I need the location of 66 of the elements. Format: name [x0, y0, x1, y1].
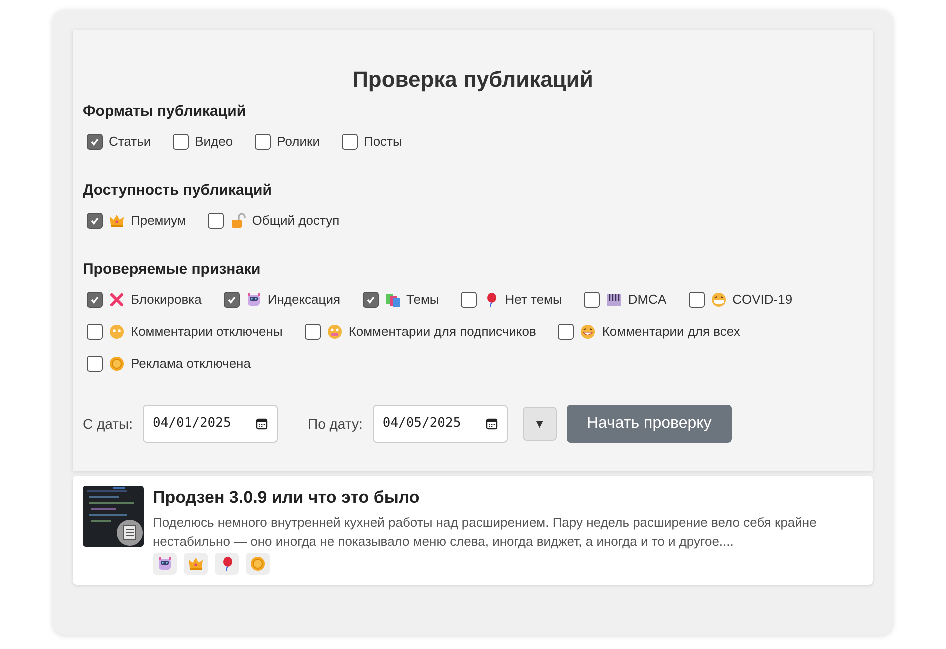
checkbox[interactable] [87, 292, 103, 308]
checkmark-icon [90, 137, 100, 147]
toggle-button[interactable]: ▼ [522, 407, 557, 441]
document-icon [117, 520, 143, 546]
coin-icon [250, 556, 266, 572]
grimacing-face-icon [326, 324, 343, 340]
calendar-icon[interactable] [256, 418, 268, 430]
option-label: Посты [364, 133, 402, 152]
crown-icon [109, 213, 125, 229]
page-title: Проверка публикаций [352, 66, 594, 94]
checkbox[interactable] [362, 292, 379, 308]
option-label: Комментарии отключены [131, 323, 283, 342]
checkmark-icon [90, 216, 100, 226]
padlock-icon [230, 213, 246, 229]
option-label: Общий доступ [252, 212, 340, 230]
checkbox[interactable] [304, 324, 321, 340]
result-title[interactable]: Продзен 3.0.9 или что это было [153, 486, 843, 510]
option-label: Ролики [277, 133, 320, 152]
masked-face-icon [710, 292, 727, 308]
face-icon [109, 324, 125, 340]
checkbox[interactable] [342, 134, 358, 150]
start-check-button[interactable]: Начать проверку [566, 405, 732, 443]
checkmark-icon [226, 295, 237, 305]
piano-keys-icon [606, 292, 622, 308]
robot-icon [246, 292, 262, 308]
checkbox[interactable] [688, 292, 705, 308]
date-label: По дату: [308, 414, 363, 434]
option-label: Индексация [268, 291, 341, 310]
crown-icon [188, 556, 204, 572]
checkmark-icon [366, 295, 376, 305]
robot-icon [157, 556, 173, 572]
checkbox[interactable] [87, 134, 103, 150]
section-heading: Проверяемые признаки [83, 260, 262, 280]
date-label: С даты: [83, 414, 134, 434]
section-heading: Форматы публикаций [83, 102, 248, 122]
checkbox[interactable] [461, 292, 478, 308]
checkbox[interactable] [208, 213, 224, 229]
checkbox[interactable] [558, 324, 574, 340]
option-label: DMCA [628, 291, 667, 310]
option-label: Премиум [131, 212, 186, 230]
checkbox[interactable] [87, 324, 103, 340]
coin-icon [109, 356, 125, 372]
checkbox[interactable] [224, 292, 240, 308]
section-heading: Доступность публикаций [83, 181, 273, 201]
option-label: Статьи [109, 133, 152, 152]
option-label: Темы [406, 291, 440, 310]
calendar-icon[interactable] [486, 418, 498, 430]
cross-icon [109, 292, 125, 308]
option-label: Реклама отключена [131, 355, 251, 374]
option-label: Комментарии для всех [602, 323, 740, 342]
books-icon [384, 292, 401, 308]
checkbox[interactable] [173, 134, 190, 150]
checkbox[interactable] [255, 134, 272, 150]
checkbox[interactable] [584, 292, 600, 308]
option-label: Нет темы [505, 291, 562, 310]
date-field[interactable]: 04/01/2025 [143, 405, 278, 443]
checkbox[interactable] [87, 356, 103, 372]
result-excerpt: Поделюсь немного внутренней кухней работы над расширением. Пару недель расширение вело себя крайне нестабильно — оно иногда не показывало меню слева, иногда виджет, а иногда и то и другое.... [153, 514, 818, 551]
date-field[interactable]: 04/05/2025 [372, 405, 508, 443]
option-label: Видео [195, 133, 234, 152]
grinning-face-icon [580, 324, 596, 340]
option-label: Комментарии для подписчиков [348, 323, 536, 342]
checkbox[interactable] [87, 213, 103, 229]
option-label: COVID-19 [732, 291, 793, 310]
option-label: Блокировка [131, 291, 202, 310]
checkmark-icon [90, 295, 100, 305]
